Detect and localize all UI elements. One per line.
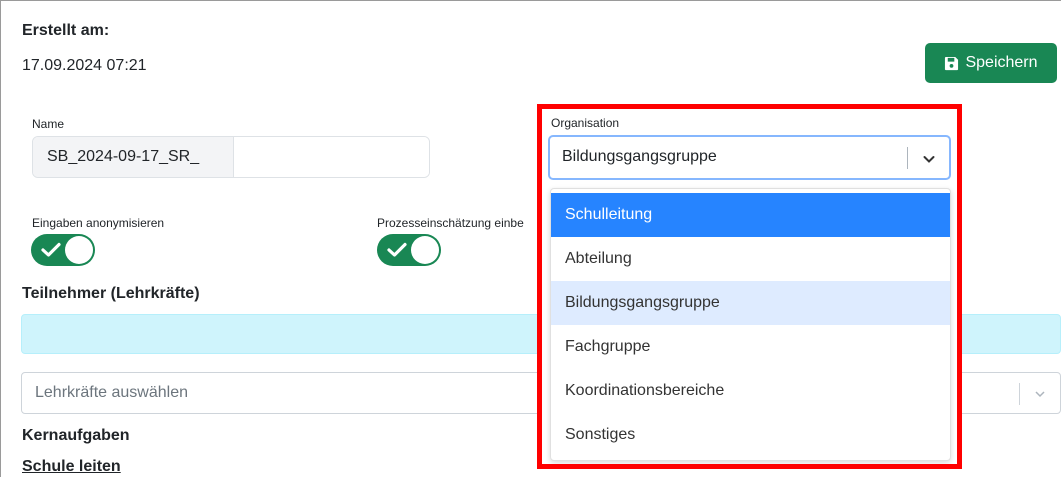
process-label: Prozesseinschätzung einbe [377,216,524,230]
name-prefix: SB_2024-09-17_SR_ [33,137,234,177]
save-button[interactable]: Speichern [925,43,1057,83]
anonymize-toggle[interactable] [31,234,95,266]
select-separator [1019,383,1020,405]
created-label: Erstellt am: [22,22,110,39]
toggle-knob [65,236,93,264]
check-icon [387,242,407,257]
core-tasks-title: Kernaufgaben [22,427,130,444]
toggle-knob [411,236,439,264]
save-button-label: Speichern [965,54,1038,71]
anonymize-label: Eingaben anonymisieren [32,216,165,230]
name-input[interactable] [234,137,429,177]
highlight-box [537,104,962,469]
check-icon [41,242,61,257]
created-value: 17.09.2024 07:21 [22,57,147,74]
name-field: SB_2024-09-17_SR_ [32,136,430,178]
process-toggle[interactable] [377,234,441,266]
floppy-disk-icon [945,56,959,70]
chevron-down-icon[interactable] [1034,388,1046,400]
school-lead-link[interactable]: Schule leiten [22,458,121,476]
name-label: Name [32,117,65,131]
teacher-select-placeholder: Lehrkräfte auswählen [35,384,188,401]
participants-title: Teilnehmer (Lehrkräfte) [22,285,200,302]
